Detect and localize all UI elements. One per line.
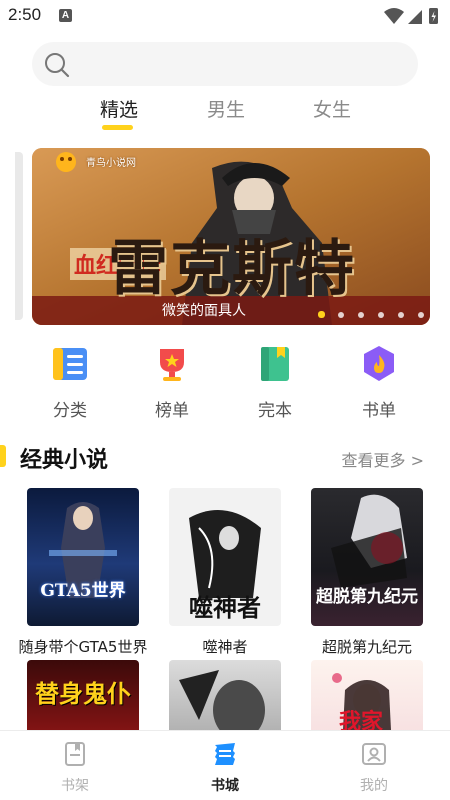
category-label: 分类 — [53, 401, 87, 421]
category-booklist[interactable]: 书单 — [344, 344, 414, 421]
tab-featured[interactable]: 精选 — [100, 95, 138, 122]
category-classify[interactable]: 分类 — [35, 344, 105, 421]
book-cover[interactable]: 超脱第九纪元 — [311, 488, 423, 626]
book-card[interactable]: 噬神者 噬神者 — [160, 488, 290, 657]
tab-indicator — [102, 125, 133, 130]
carousel-dot[interactable] — [338, 312, 344, 318]
nav-profile[interactable]: 我的 — [334, 741, 414, 795]
book-cover-title: 超脱第九纪元 — [316, 587, 418, 607]
banner-author: 微笑的面具人 — [162, 303, 246, 319]
category-ranking[interactable]: 榜单 — [137, 344, 207, 421]
search-icon — [45, 53, 70, 78]
profile-icon — [362, 743, 386, 765]
view-more-link[interactable]: 查看更多 > — [342, 447, 425, 471]
nav-label: 书架 — [61, 778, 89, 794]
book-title: 超脱第九纪元 — [321, 638, 412, 656]
bookshelf-icon — [65, 742, 85, 766]
category-label: 榜单 — [155, 401, 189, 421]
fire-icon — [364, 346, 394, 381]
book-cover-title: GTA5世界 — [40, 581, 126, 601]
book-cover[interactable]: 噬神者 — [169, 488, 281, 626]
banner-previous-peek[interactable] — [15, 152, 23, 320]
section-marker — [0, 445, 6, 467]
carousel-indicators — [318, 311, 428, 319]
nav-bookstore[interactable]: 书城 — [185, 741, 265, 795]
book-cover[interactable]: GTA5世界 — [27, 488, 139, 626]
banner-title: 雷克斯特 — [108, 234, 356, 304]
book-cover-title: 噬神者 — [189, 593, 261, 622]
tab-male[interactable]: 男生 — [207, 95, 245, 122]
banner-logo-text: 青鸟小说网 — [86, 158, 136, 169]
bottom-navigation: 书架 书城 我的 — [0, 730, 450, 800]
category-label: 完本 — [258, 401, 292, 421]
carousel-dot[interactable] — [378, 312, 384, 318]
status-bar: 2:50 A — [0, 0, 450, 30]
carousel-dot[interactable] — [398, 312, 404, 318]
nav-label: 书城 — [211, 778, 239, 794]
section-title: 经典小说 — [20, 448, 109, 473]
trophy-icon — [160, 349, 184, 381]
status-time: 2:50 — [8, 5, 42, 24]
category-label: 书单 — [362, 401, 396, 421]
carousel-dot[interactable] — [358, 312, 364, 318]
search-bar[interactable] — [32, 42, 418, 86]
bookstore-icon — [215, 743, 235, 765]
carousel-dot[interactable] — [418, 312, 424, 318]
nav-label: 我的 — [360, 778, 388, 794]
book-icon — [261, 347, 289, 381]
wifi-icon — [384, 8, 404, 24]
status-icons — [384, 8, 438, 24]
notification-icon: A — [59, 9, 72, 22]
book-title: 噬神者 — [202, 638, 248, 656]
book-title: 随身带个GTA5世界 — [18, 638, 148, 656]
banner-carousel[interactable]: 青鸟小说网 血红色的 雷克斯特 微笑的面具人 — [32, 148, 430, 325]
category-completed[interactable]: 完本 — [240, 344, 310, 421]
book-cover-title: 替身鬼仆 — [35, 679, 131, 708]
carousel-dot[interactable] — [318, 311, 325, 318]
book-card[interactable]: 超脱第九纪元 超脱第九纪元 — [302, 488, 432, 657]
tab-female[interactable]: 女生 — [313, 95, 351, 122]
nav-bookshelf[interactable]: 书架 — [35, 741, 115, 795]
book-card[interactable]: GTA5世界 随身带个GTA5世界 — [18, 488, 148, 657]
list-icon — [53, 348, 87, 380]
cellular-icon — [408, 10, 422, 24]
search-input[interactable] — [78, 42, 398, 86]
